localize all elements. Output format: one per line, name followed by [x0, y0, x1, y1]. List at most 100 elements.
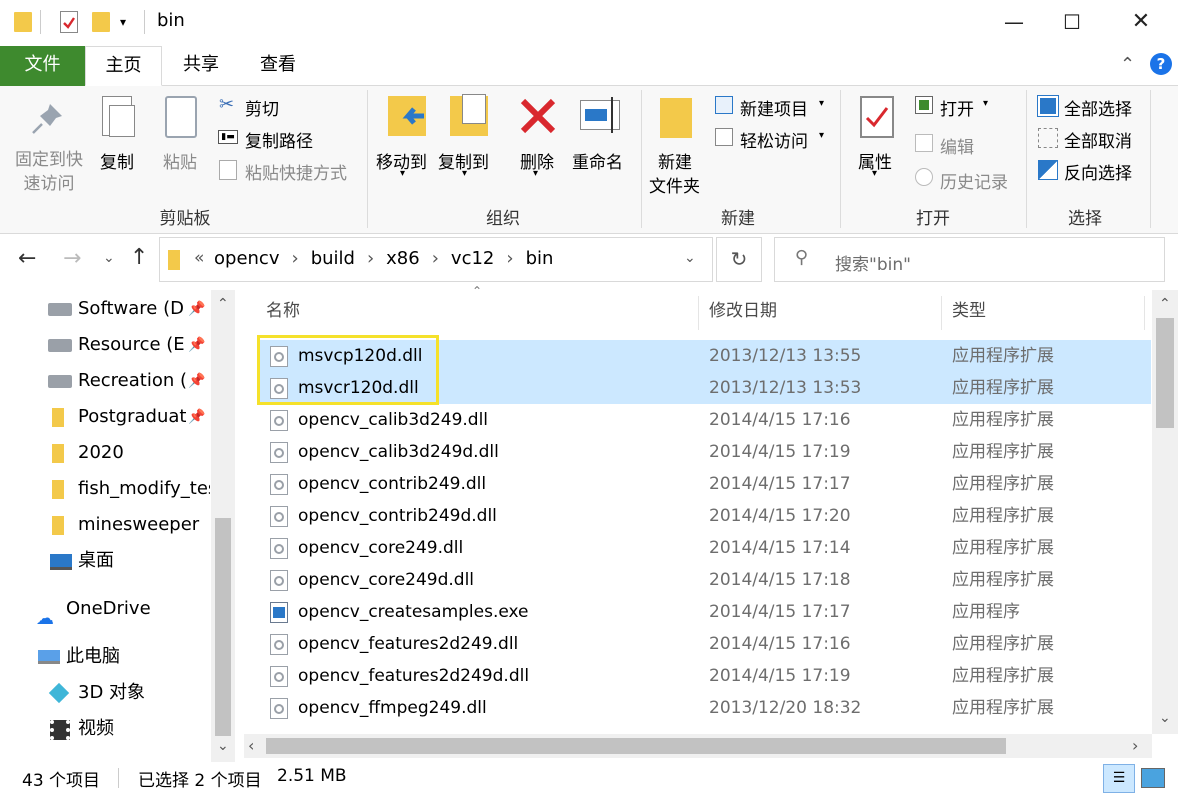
forward-arrow-icon[interactable]: → — [63, 246, 81, 271]
column-header-name[interactable]: 名称 — [258, 290, 698, 332]
breadcrumb-item[interactable]: build — [311, 248, 355, 269]
breadcrumb-separator-icon[interactable]: › — [279, 248, 310, 269]
sidebar-item-label: fish_modify_test — [78, 478, 210, 499]
sidebar-scrollbar-thumb[interactable] — [215, 518, 231, 736]
file-row[interactable]: opencv_features2d249.dll 2014/4/15 17:16 应… — [258, 628, 1151, 660]
file-list-scrollbar-thumb[interactable] — [1156, 318, 1174, 428]
address-history-chevron-icon[interactable]: ⌄ — [684, 250, 696, 266]
sidebar-scrollbar[interactable]: ⌃ ⌄ — [211, 290, 235, 762]
folder-icon — [52, 516, 64, 535]
group-divider — [641, 90, 642, 228]
copy-button[interactable]: 复制 — [100, 148, 134, 173]
paste-shortcut-button[interactable]: 粘贴快捷方式 — [245, 159, 347, 184]
breadcrumb-item[interactable]: opencv — [214, 248, 279, 269]
minimize-icon[interactable]: — — [985, 0, 1043, 46]
help-icon[interactable]: ? — [1150, 53, 1172, 75]
customize-quick-access-chevron-icon[interactable]: ▾ — [120, 15, 126, 29]
breadcrumb-separator-icon[interactable]: › — [420, 248, 451, 269]
large-icons-view-icon[interactable] — [1141, 768, 1165, 788]
paste-button[interactable]: 粘贴 — [163, 148, 197, 173]
file-row[interactable]: opencv_calib3d249d.dll 2014/4/15 17:19 应用程… — [258, 436, 1151, 468]
file-row[interactable]: opencv_core249.dll 2014/4/15 17:14 应用程序扩展 — [258, 532, 1151, 564]
file-row[interactable]: opencv_ffmpeg249.dll 2013/12/20 18:32 应用程序… — [258, 692, 1151, 724]
move-to-icon — [388, 96, 426, 136]
scroll-right-icon[interactable]: › — [1132, 736, 1138, 755]
file-row[interactable]: opencv_features2d249d.dll 2014/4/15 17:19… — [258, 660, 1151, 692]
item-count: 43 个项目 — [22, 771, 101, 791]
new-item-button[interactable]: 新建项目 — [740, 95, 808, 120]
pin-icon: 📌 — [186, 292, 208, 326]
maximize-icon[interactable]: ☐ — [1043, 0, 1101, 46]
address-bar[interactable]: « opencv › build › x86 › vc12 › bin ⌄ — [159, 237, 713, 282]
pin-icon: 📌 — [186, 364, 208, 398]
tab-home[interactable]: 主页 — [85, 46, 162, 86]
file-row[interactable]: opencv_createsamples.exe 2014/4/15 17:17 应… — [258, 596, 1151, 628]
edit-button[interactable]: 编辑 — [940, 133, 974, 158]
file-row[interactable]: opencv_core249d.dll 2014/4/15 17:18 应用程序扩展 — [258, 564, 1151, 596]
recent-locations-chevron-icon[interactable]: ⌄ — [103, 250, 115, 266]
scroll-down-icon[interactable]: ⌄ — [217, 738, 229, 754]
history-button[interactable]: 历史记录 — [940, 168, 1008, 193]
back-arrow-icon[interactable]: ← — [18, 246, 36, 271]
scroll-up-icon[interactable]: ⌃ — [217, 296, 229, 312]
breadcrumb-item[interactable]: bin — [526, 248, 554, 269]
breadcrumb-item[interactable]: x86 — [386, 248, 420, 269]
file-type: 应用程序扩展 — [952, 442, 1054, 462]
tab-share[interactable]: 共享 — [162, 46, 240, 86]
sidebar-item-resource-e[interactable]: Resource (E:) 📌 — [0, 328, 210, 362]
file-type: 应用程序扩展 — [952, 570, 1054, 590]
select-none-button[interactable]: 全部取消 — [1064, 127, 1132, 152]
tab-view[interactable]: 查看 — [240, 46, 316, 86]
details-view-icon[interactable]: ☰ — [1103, 764, 1135, 793]
horizontal-scrollbar-thumb[interactable] — [266, 738, 1006, 754]
sidebar-item-postgraduate[interactable]: Postgraduate 📌 — [0, 400, 210, 434]
file-list-vertical-scrollbar[interactable]: ⌃ ⌄ — [1152, 290, 1178, 734]
sidebar-item-software-d[interactable]: Software (D:) 📌 — [0, 292, 210, 326]
sidebar-item-2020[interactable]: 2020 — [0, 436, 210, 470]
sidebar-item-fish-modify-test[interactable]: fish_modify_test — [0, 472, 210, 506]
file-list-horizontal-scrollbar[interactable]: ‹ › — [244, 734, 1152, 758]
select-all-button[interactable]: 全部选择 — [1064, 95, 1132, 120]
cut-button[interactable]: 剪切 — [245, 95, 279, 120]
sidebar-item-this-pc[interactable]: 此电脑 — [0, 640, 210, 674]
easy-access-button[interactable]: 轻松访问 — [740, 127, 808, 152]
scroll-left-icon[interactable]: ‹ — [248, 736, 254, 755]
file-row[interactable]: opencv_contrib249.dll 2014/4/15 17:17 应用程序… — [258, 468, 1151, 500]
file-name: opencv_calib3d249.dll — [298, 410, 489, 430]
new-folder-quick-icon[interactable] — [92, 12, 110, 32]
sidebar-item-recreation-f[interactable]: Recreation (F:) 📌 — [0, 364, 210, 398]
open-button[interactable]: 打开 — [940, 95, 974, 120]
copy-path-button[interactable]: 复制路径 — [245, 127, 313, 152]
refresh-icon[interactable]: ↻ — [716, 237, 762, 282]
sidebar-item-3d-objects[interactable]: 3D 对象 — [0, 676, 210, 710]
new-folder-line1[interactable]: 新建 — [658, 148, 692, 173]
file-row[interactable]: opencv_calib3d249.dll 2014/4/15 17:16 应用程序… — [258, 404, 1151, 436]
scroll-down-icon[interactable]: ⌄ — [1159, 710, 1171, 726]
up-arrow-icon[interactable]: ↑ — [130, 245, 148, 270]
tab-file[interactable]: 文件 — [0, 46, 85, 86]
edit-icon — [915, 134, 933, 152]
breadcrumb-item[interactable]: vc12 — [451, 248, 494, 269]
sidebar-item-onedrive[interactable]: ☁ OneDrive — [0, 592, 210, 626]
new-folder-line2[interactable]: 文件夹 — [649, 172, 700, 197]
close-icon[interactable]: ✕ — [1112, 0, 1170, 46]
sidebar-item-videos[interactable]: 视频 — [0, 712, 210, 746]
search-box[interactable]: ⚲ 搜索"bin" — [774, 237, 1165, 282]
invert-selection-button[interactable]: 反向选择 — [1064, 159, 1132, 184]
column-header-date[interactable]: 修改日期 — [699, 290, 941, 332]
scroll-up-icon[interactable]: ⌃ — [1159, 296, 1171, 312]
collapse-ribbon-chevron-icon[interactable]: ⌃ — [1120, 54, 1135, 75]
sidebar-item-minesweeper[interactable]: minesweeper — [0, 508, 210, 542]
sidebar-item-desktop[interactable]: 桌面 — [0, 544, 210, 578]
overflow-chevron-icon[interactable]: « — [194, 248, 204, 268]
breadcrumb-separator-icon[interactable]: › — [355, 248, 386, 269]
pin-to-quick-access-button[interactable]: 固定到快 速访问 — [13, 148, 85, 196]
column-divider[interactable] — [1144, 296, 1145, 330]
folder-icon — [52, 480, 64, 499]
file-row[interactable]: opencv_contrib249d.dll 2014/4/15 17:20 应用程… — [258, 500, 1151, 532]
sidebar-item-label: Resource (E:) — [78, 334, 198, 355]
rename-button[interactable]: 重命名 — [572, 148, 623, 173]
properties-quick-icon[interactable] — [60, 11, 78, 33]
breadcrumb-separator-icon[interactable]: › — [494, 248, 525, 269]
column-header-type[interactable]: 类型 — [942, 290, 1142, 332]
